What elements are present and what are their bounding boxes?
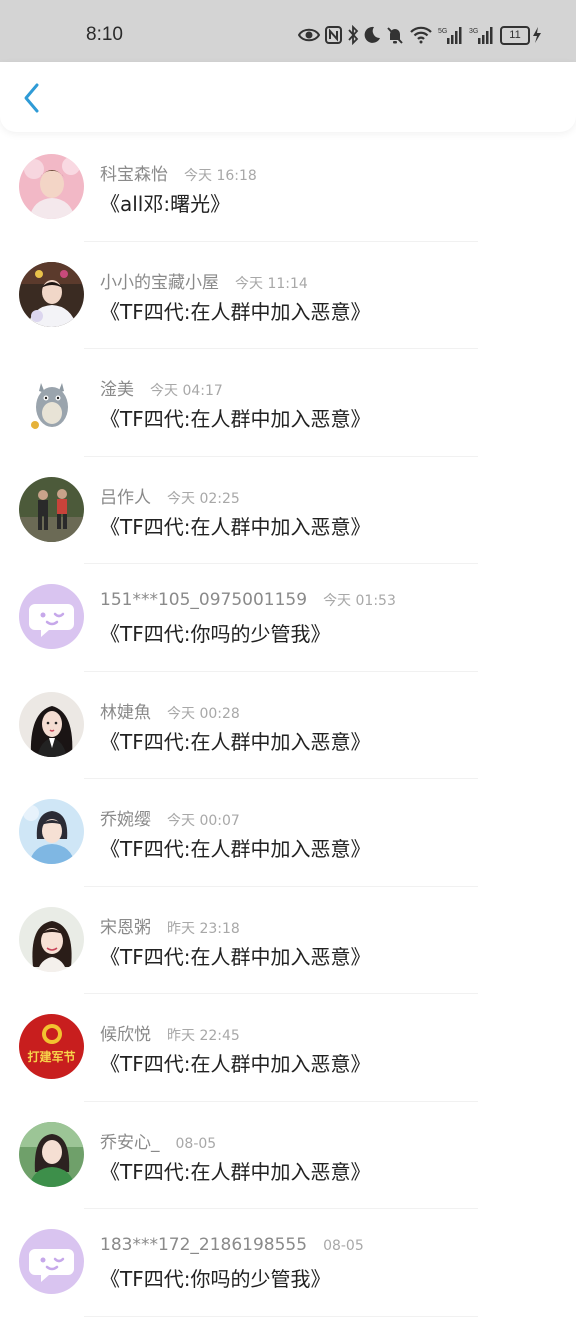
avatar-badge-text: 打建军节	[27, 1049, 75, 1064]
svg-text:3G: 3G	[469, 28, 478, 35]
wifi-icon	[410, 26, 432, 44]
message-time: 08-05	[323, 1238, 364, 1254]
message-time: 今天 00:07	[167, 813, 240, 829]
default-avatar[interactable]	[19, 1229, 84, 1294]
sender-name: 151***105_0975001159	[100, 590, 308, 610]
nfc-icon	[325, 26, 342, 44]
message-time: 昨天 23:18	[167, 920, 240, 937]
avatar[interactable]	[19, 799, 84, 864]
sender-name: 淦美	[100, 380, 134, 400]
bluetooth-icon	[348, 25, 359, 45]
message-title: 《TF四代:在人群中加入恶意》	[100, 1052, 371, 1076]
sender-name: 科宝森怡	[100, 165, 168, 185]
message-title: 《all邓:曙光》	[100, 192, 231, 216]
list-item[interactable]: 科宝森怡 今天 16:18 《all邓:曙光》	[0, 134, 576, 242]
status-time: 8:10	[86, 24, 123, 45]
list-item[interactable]: 打建军节 候欣悦 昨天 22:45 《TF四代:在人群中加入恶意》	[0, 994, 576, 1102]
message-title: 《TF四代:你吗的少管我》	[100, 1267, 331, 1291]
list-item[interactable]: 吕作人 今天 02:25 《TF四代:在人群中加入恶意》	[0, 457, 576, 564]
message-time: 昨天 22:45	[167, 1028, 240, 1044]
top-nav-bar	[0, 62, 576, 132]
message-title: 《TF四代:在人群中加入恶意》	[100, 407, 371, 431]
message-time: 08-05	[175, 1135, 217, 1152]
sender-name: 候欣悦	[100, 1025, 151, 1045]
back-button[interactable]	[14, 80, 50, 116]
message-title: 《TF四代:在人群中加入恶意》	[100, 729, 371, 754]
avatar[interactable]: 打建军节	[19, 1014, 84, 1079]
avatar[interactable]	[19, 369, 84, 434]
message-time: 今天 00:28	[167, 705, 240, 722]
sender-name: 183***172_2186198555	[100, 1235, 308, 1255]
list-item[interactable]: 小小的宝藏小屋 今天 11:14 《TF四代:在人群中加入恶意》	[0, 242, 576, 349]
signal-3g-icon: 3G	[469, 27, 493, 44]
sender-name: 小小的宝藏小屋	[100, 272, 219, 293]
status-bar: 8:10 5G 3G 11	[0, 0, 576, 62]
avatar[interactable]	[19, 906, 84, 972]
sender-name: 林婕魚	[100, 702, 151, 723]
message-time: 今天 01:53	[323, 593, 396, 609]
list-item[interactable]: 宋恩粥 昨天 23:18 《TF四代:在人群中加入恶意》	[0, 887, 576, 994]
mute-bell-icon	[387, 26, 403, 44]
signal-5g-icon: 5G	[438, 27, 462, 44]
message-list: 科宝森怡 今天 16:18 《all邓:曙光》 小小的宝藏小屋 今天 11:14 《…	[0, 134, 576, 1317]
divider	[84, 1315, 478, 1317]
avatar[interactable]	[19, 691, 84, 757]
avatar[interactable]	[19, 1121, 84, 1187]
eye-icon	[298, 28, 320, 42]
list-item[interactable]: 林婕魚 今天 00:28 《TF四代:在人群中加入恶意》	[0, 672, 576, 779]
sender-name: 乔安心_	[100, 1132, 160, 1153]
chevron-left-icon	[24, 83, 39, 113]
list-item[interactable]: 乔婉缨 今天 00:07 《TF四代:在人群中加入恶意》	[0, 779, 576, 887]
message-title: 《TF四代:在人群中加入恶意》	[100, 944, 371, 969]
sender-name: 宋恩粥	[100, 917, 151, 938]
message-title: 《TF四代:在人群中加入恶意》	[100, 299, 371, 324]
message-time: 今天 16:18	[184, 168, 257, 184]
status-icons: 5G 3G 11	[298, 20, 542, 50]
message-time: 今天 11:14	[235, 275, 308, 292]
message-title: 《TF四代:在人群中加入恶意》	[100, 514, 371, 539]
battery-level: 11	[500, 25, 530, 45]
sender-name: 乔婉缨	[100, 810, 151, 830]
message-time: 今天 04:17	[150, 383, 223, 399]
message-title: 《TF四代:你吗的少管我》	[100, 622, 331, 646]
sender-name: 吕作人	[100, 487, 151, 508]
list-item[interactable]: 淦美 今天 04:17 《TF四代:在人群中加入恶意》	[0, 349, 576, 457]
list-item[interactable]: 183***172_2186198555 08-05 《TF四代:你吗的少管我》	[0, 1209, 576, 1317]
avatar[interactable]	[19, 476, 84, 542]
message-title: 《TF四代:在人群中加入恶意》	[100, 1159, 371, 1184]
battery-indicator: 11	[500, 25, 542, 45]
list-item[interactable]: 151***105_0975001159 今天 01:53 《TF四代:你吗的少管…	[0, 564, 576, 672]
avatar[interactable]	[19, 154, 84, 219]
svg-text:5G: 5G	[438, 28, 447, 35]
message-time: 今天 02:25	[167, 490, 240, 507]
moon-icon	[364, 26, 380, 43]
charging-bolt-icon	[533, 27, 541, 43]
avatar[interactable]	[19, 261, 84, 327]
list-item[interactable]: 乔安心_ 08-05 《TF四代:在人群中加入恶意》	[0, 1102, 576, 1209]
default-avatar[interactable]	[19, 584, 84, 649]
message-title: 《TF四代:在人群中加入恶意》	[100, 837, 371, 861]
